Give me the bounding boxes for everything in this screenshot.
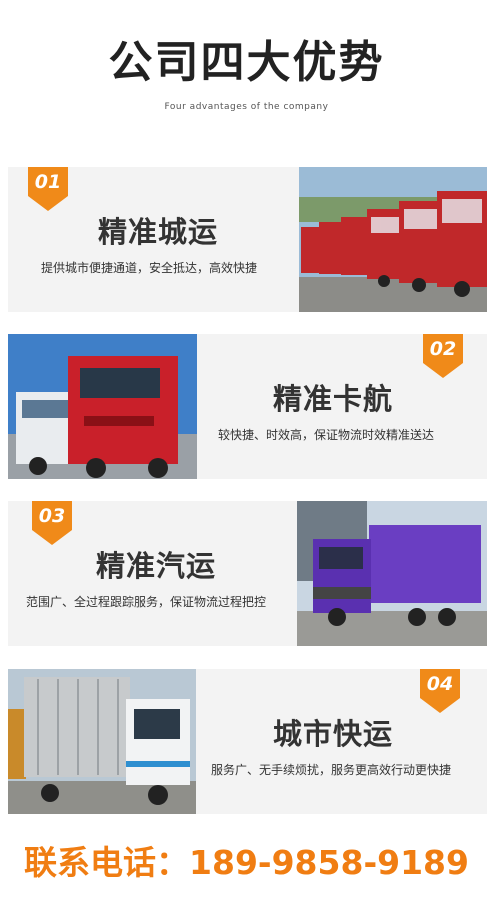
white-cargo-truck-photo [8, 669, 196, 814]
advantage-title-1: 精准城运 [98, 215, 219, 249]
advantage-title-2: 精准卡航 [273, 382, 394, 416]
red-and-white-trucks-photo [8, 334, 197, 479]
contact-label: 联系电话： [24, 843, 190, 882]
advantage-card-2: 02 精准卡航 较快捷、时效高，保证物流时效精准送达 [8, 334, 487, 479]
advantage-desc-1: 提供城市便捷通道，安全抵达，高效快捷 [41, 261, 258, 275]
advantage-title-3: 精准汽运 [96, 549, 217, 583]
number-badge-4: 04 [420, 669, 460, 713]
number-badge-1: 01 [28, 167, 68, 211]
number-badge-3: 03 [32, 501, 72, 545]
contact-phone-line: 联系电话：189-9858-9189 [0, 836, 493, 884]
advantage-title-4: 城市快运 [273, 717, 394, 751]
advantage-desc-4: 服务广、无手续烦扰，服务更高效行动更快捷 [211, 763, 452, 777]
advantage-card-1: 01 精准城运 提供城市便捷通道，安全抵达，高效快捷 [8, 167, 487, 312]
advantage-card-4: 04 城市快运 服务广、无手续烦扰，服务更高效行动更快捷 [8, 669, 487, 814]
advantage-desc-2: 较快捷、时效高，保证物流时效精准送达 [218, 428, 435, 442]
page-subtitle: Four advantages of the company [164, 102, 329, 112]
phone-number: 189-9858-9189 [189, 843, 469, 882]
advantage-desc-3: 范围广、全过程跟踪服务，保证物流过程把控 [26, 595, 267, 609]
row-of-red-trucks-photo [299, 167, 487, 312]
purple-box-truck-photo [297, 501, 487, 646]
page-title: 公司四大优势 [108, 37, 385, 88]
number-badge-2: 02 [423, 334, 463, 378]
advantage-card-3: 03 精准汽运 范围广、全过程跟踪服务，保证物流过程把控 [8, 501, 487, 646]
